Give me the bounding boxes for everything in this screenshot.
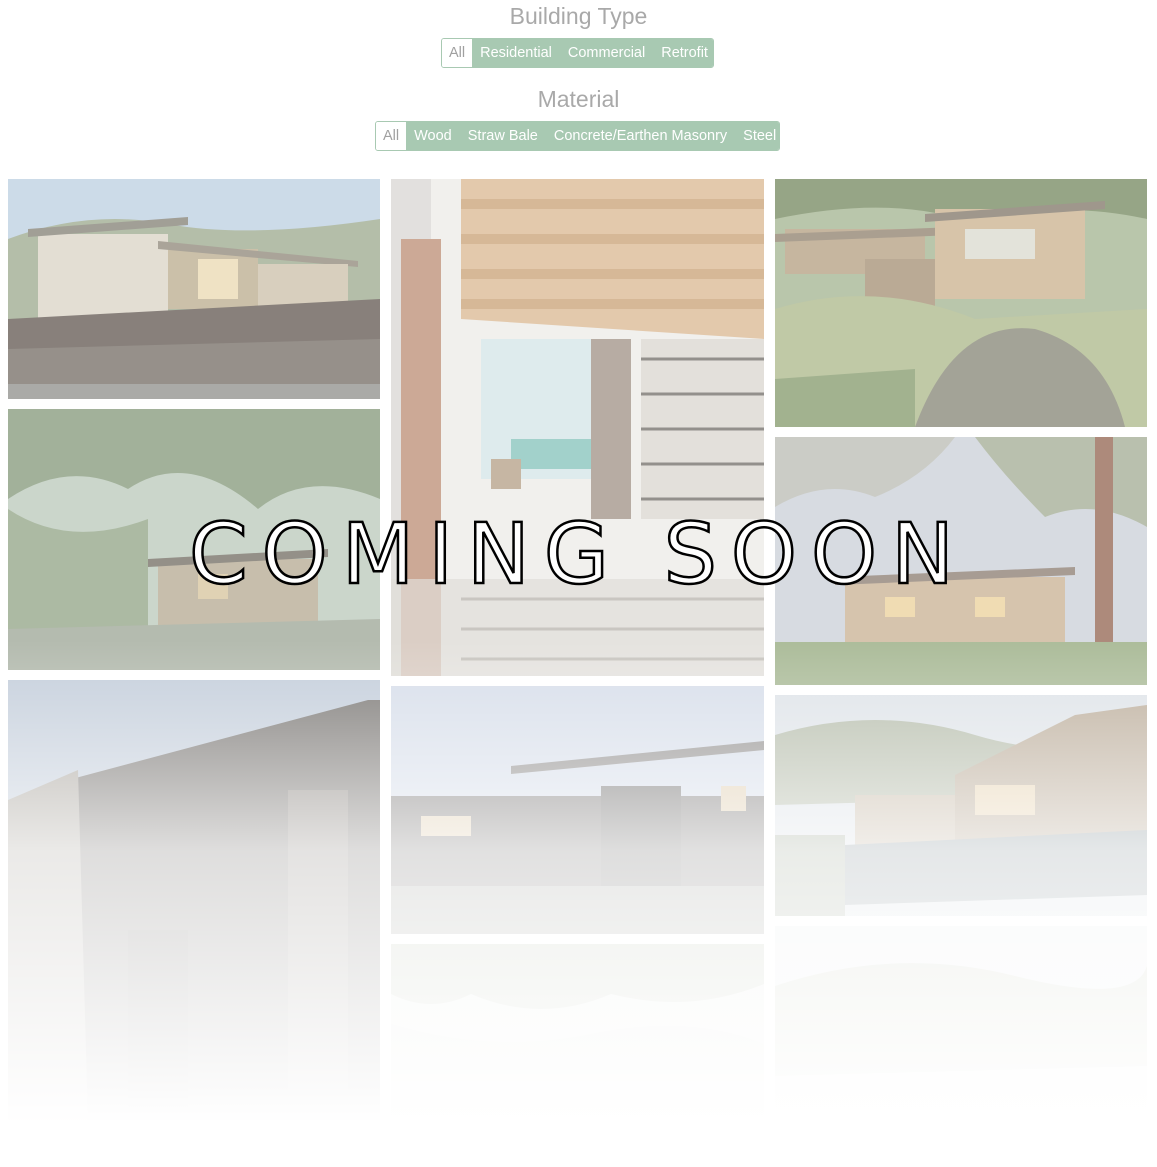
project-photo-3[interactable] bbox=[8, 680, 380, 1120]
material-filter: All Wood Straw Bale Concrete/Earthen Mas… bbox=[375, 121, 780, 151]
project-photo-6[interactable] bbox=[391, 944, 764, 1167]
material-title: Material bbox=[537, 86, 620, 112]
project-photo-10[interactable] bbox=[775, 926, 1147, 1167]
project-photo-9[interactable] bbox=[775, 695, 1147, 916]
filter-building-all[interactable]: All bbox=[442, 39, 473, 67]
filter-material-straw-bale[interactable]: Straw Bale bbox=[459, 122, 546, 150]
project-photo-7[interactable] bbox=[775, 179, 1147, 427]
coming-soon-banner: COMING SOON bbox=[188, 504, 969, 605]
filter-building-retrofit[interactable]: Retrofit bbox=[653, 39, 713, 67]
building-type-title: Building Type bbox=[509, 3, 648, 29]
filter-material-concrete-earthen-masonry[interactable]: Concrete/Earthen Masonry bbox=[545, 122, 736, 150]
project-photo-5[interactable] bbox=[391, 686, 764, 934]
filter-building-commercial[interactable]: Commercial bbox=[559, 39, 654, 67]
filter-material-wood[interactable]: Wood bbox=[406, 122, 460, 150]
building-type-filter: All Residential Commercial Retrofit bbox=[441, 38, 714, 68]
filter-material-steel[interactable]: Steel bbox=[735, 122, 779, 150]
filter-material-all[interactable]: All bbox=[376, 122, 407, 150]
filter-building-residential[interactable]: Residential bbox=[472, 39, 560, 67]
project-photo-1[interactable] bbox=[8, 179, 380, 399]
